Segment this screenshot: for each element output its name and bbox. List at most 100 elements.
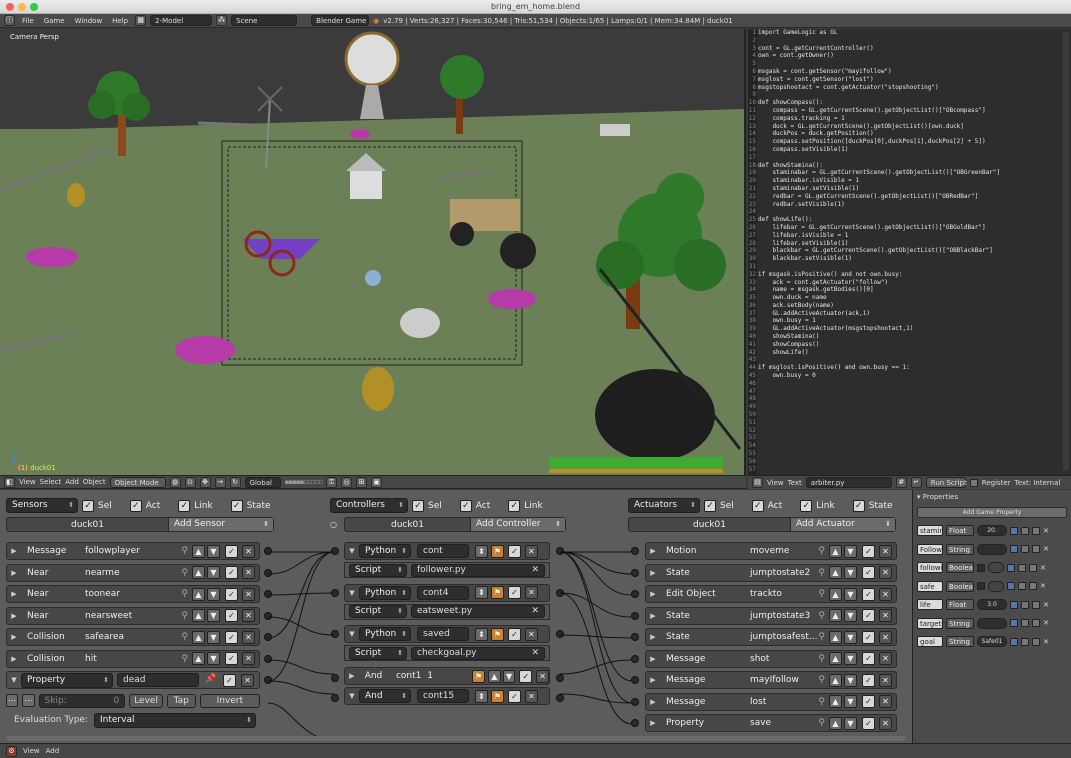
- sensor-output-socket[interactable]: [264, 654, 272, 663]
- sensor-name[interactable]: safearea: [85, 632, 181, 642]
- transform-orientation-dropdown[interactable]: Global: [244, 476, 281, 488]
- actuator-name[interactable]: jumptostate3: [750, 611, 818, 621]
- collapse-triangle-icon[interactable]: ▼: [345, 630, 359, 638]
- property-type-dropdown[interactable]: Float: [946, 525, 974, 536]
- move-down-button[interactable]: ▼: [844, 566, 857, 579]
- state-mask-button[interactable]: ⬍: [475, 689, 488, 703]
- actuator-name[interactable]: jumptostate2: [750, 568, 818, 578]
- expand-triangle-icon[interactable]: ▶: [646, 590, 660, 598]
- expand-triangle-icon[interactable]: ▶: [7, 569, 21, 577]
- render-engine-dropdown[interactable]: Blender Game: [311, 15, 370, 26]
- actuator-name[interactable]: jumptosafest...: [750, 632, 818, 642]
- controllers-link-checkbox[interactable]: ✓: [508, 499, 521, 512]
- layer-buttons[interactable]: ▪▪▪▪▪▫▫▫▫▫: [285, 478, 323, 486]
- property-debug-icon[interactable]: [1010, 545, 1018, 553]
- skip-field[interactable]: Skip: 0: [38, 693, 126, 708]
- move-down-button[interactable]: ▼: [207, 609, 220, 622]
- menu-file[interactable]: File: [19, 17, 37, 25]
- remove-property-icon[interactable]: ✕: [1043, 619, 1049, 627]
- controller-input-socket[interactable]: [331, 630, 339, 638]
- move-down-button[interactable]: ▼: [207, 587, 220, 601]
- script-mode-dropdown[interactable]: Script: [349, 646, 407, 660]
- true-pulse-button[interactable]: ⋯: [6, 694, 19, 707]
- controllers-act-checkbox[interactable]: ✓: [459, 499, 472, 512]
- move-up-button[interactable]: ▲: [192, 630, 205, 644]
- controller-type-dropdown[interactable]: And: [359, 689, 411, 703]
- viewport-menu-view[interactable]: View: [19, 478, 36, 486]
- move-down-button[interactable]: ▼: [844, 609, 857, 622]
- property-move-down-icon[interactable]: [1032, 619, 1040, 627]
- sensor-name[interactable]: followplayer: [85, 546, 181, 556]
- script-mode-dropdown[interactable]: Script: [349, 563, 407, 577]
- move-up-button[interactable]: ▲: [829, 544, 842, 558]
- actuators-sel-checkbox[interactable]: ✓: [704, 499, 716, 512]
- controllers-state-icon[interactable]: ○: [330, 520, 337, 529]
- actuators-object-name[interactable]: duck01: [629, 520, 790, 530]
- remove-actuator-button[interactable]: ✕: [879, 609, 892, 622]
- pin-icon[interactable]: ⚲: [181, 632, 188, 642]
- controller-output-socket[interactable]: [556, 694, 564, 702]
- sensor-output-socket[interactable]: [264, 633, 272, 641]
- sensor-active-checkbox[interactable]: ✓: [225, 630, 238, 644]
- translate-icon[interactable]: →: [214, 476, 226, 488]
- viewport-menu-object[interactable]: Object: [83, 478, 106, 486]
- expand-triangle-icon[interactable]: ▶: [7, 612, 21, 620]
- move-up-button[interactable]: ▲: [829, 587, 842, 601]
- text-menu-view[interactable]: View: [767, 479, 784, 487]
- false-pulse-button[interactable]: ⋯: [22, 694, 35, 707]
- expand-triangle-icon[interactable]: ▶: [646, 569, 660, 577]
- remove-sensor-button[interactable]: ✕: [242, 630, 255, 644]
- controllers-object-name[interactable]: duck01: [345, 520, 470, 530]
- remove-controller-button[interactable]: ✕: [525, 689, 538, 703]
- property-move-up-icon[interactable]: [1018, 563, 1026, 572]
- pin-icon[interactable]: ⚲: [818, 546, 825, 556]
- property-type-dropdown[interactable]: Boolean: [946, 580, 974, 592]
- property-move-down-icon[interactable]: [1029, 563, 1037, 572]
- actuator-name[interactable]: moveme: [750, 546, 818, 556]
- move-up-button[interactable]: ▲: [487, 669, 501, 683]
- actuator-input-socket[interactable]: [631, 590, 639, 598]
- actuator-name[interactable]: shot: [750, 654, 818, 664]
- property-name-field[interactable]: Followe: [917, 543, 943, 555]
- minimize-window-button[interactable]: [18, 3, 26, 11]
- sensor-active-checkbox[interactable]: ✓: [225, 587, 238, 601]
- expand-triangle-icon[interactable]: ▶: [7, 655, 21, 663]
- move-up-button[interactable]: ▲: [829, 609, 842, 622]
- pin-icon[interactable]: 📌: [205, 674, 216, 684]
- actuators-link-checkbox[interactable]: ✓: [800, 499, 813, 512]
- expand-triangle-icon[interactable]: ▶: [646, 547, 660, 555]
- logic-menu-view[interactable]: View: [23, 747, 40, 755]
- controllers-sel-checkbox[interactable]: ✓: [412, 499, 424, 512]
- actuator-active-checkbox[interactable]: ✓: [862, 695, 875, 708]
- expand-triangle-icon[interactable]: ▶: [646, 698, 660, 706]
- move-down-button[interactable]: ▼: [844, 544, 857, 558]
- actuator-active-checkbox[interactable]: ✓: [862, 716, 875, 730]
- controllers-filter-dropdown[interactable]: Controllers: [330, 498, 408, 513]
- 3d-view-editor-icon[interactable]: ◧: [4, 476, 15, 488]
- preference-icon[interactable]: ⚑: [491, 627, 504, 641]
- remove-sensor-button[interactable]: ✕: [242, 587, 255, 601]
- property-move-down-icon[interactable]: [1032, 637, 1040, 646]
- actuator-active-checkbox[interactable]: ✓: [862, 566, 875, 579]
- sensor-active-checkbox[interactable]: ✓: [225, 609, 238, 622]
- add-controller-dropdown[interactable]: Add Controller: [470, 518, 565, 531]
- sensor-active-checkbox[interactable]: ✓: [225, 652, 238, 665]
- move-down-button[interactable]: ▼: [207, 544, 220, 558]
- property-name-field[interactable]: goal: [917, 636, 943, 647]
- remove-actuator-button[interactable]: ✕: [879, 544, 892, 558]
- move-up-button[interactable]: ▲: [829, 630, 842, 644]
- property-debug-icon[interactable]: [1010, 637, 1018, 646]
- remove-sensor-button[interactable]: ✕: [242, 544, 255, 558]
- actuators-act-checkbox[interactable]: ✓: [751, 499, 764, 512]
- pin-icon[interactable]: ⚲: [181, 589, 188, 599]
- controller-input-socket[interactable]: [331, 547, 339, 555]
- pin-icon[interactable]: ⚲: [181, 568, 188, 578]
- controller-type-dropdown[interactable]: Python: [359, 544, 411, 558]
- actuator-active-checkbox[interactable]: ✓: [862, 630, 875, 644]
- property-name-field[interactable]: following: [917, 562, 943, 573]
- text-editor-type-icon[interactable]: ▤: [752, 477, 763, 488]
- remove-controller-button[interactable]: ✕: [525, 544, 538, 558]
- controller-name-field[interactable]: cont4: [417, 585, 469, 600]
- property-type-dropdown[interactable]: String: [946, 636, 974, 647]
- property-type-dropdown[interactable]: String: [946, 617, 974, 629]
